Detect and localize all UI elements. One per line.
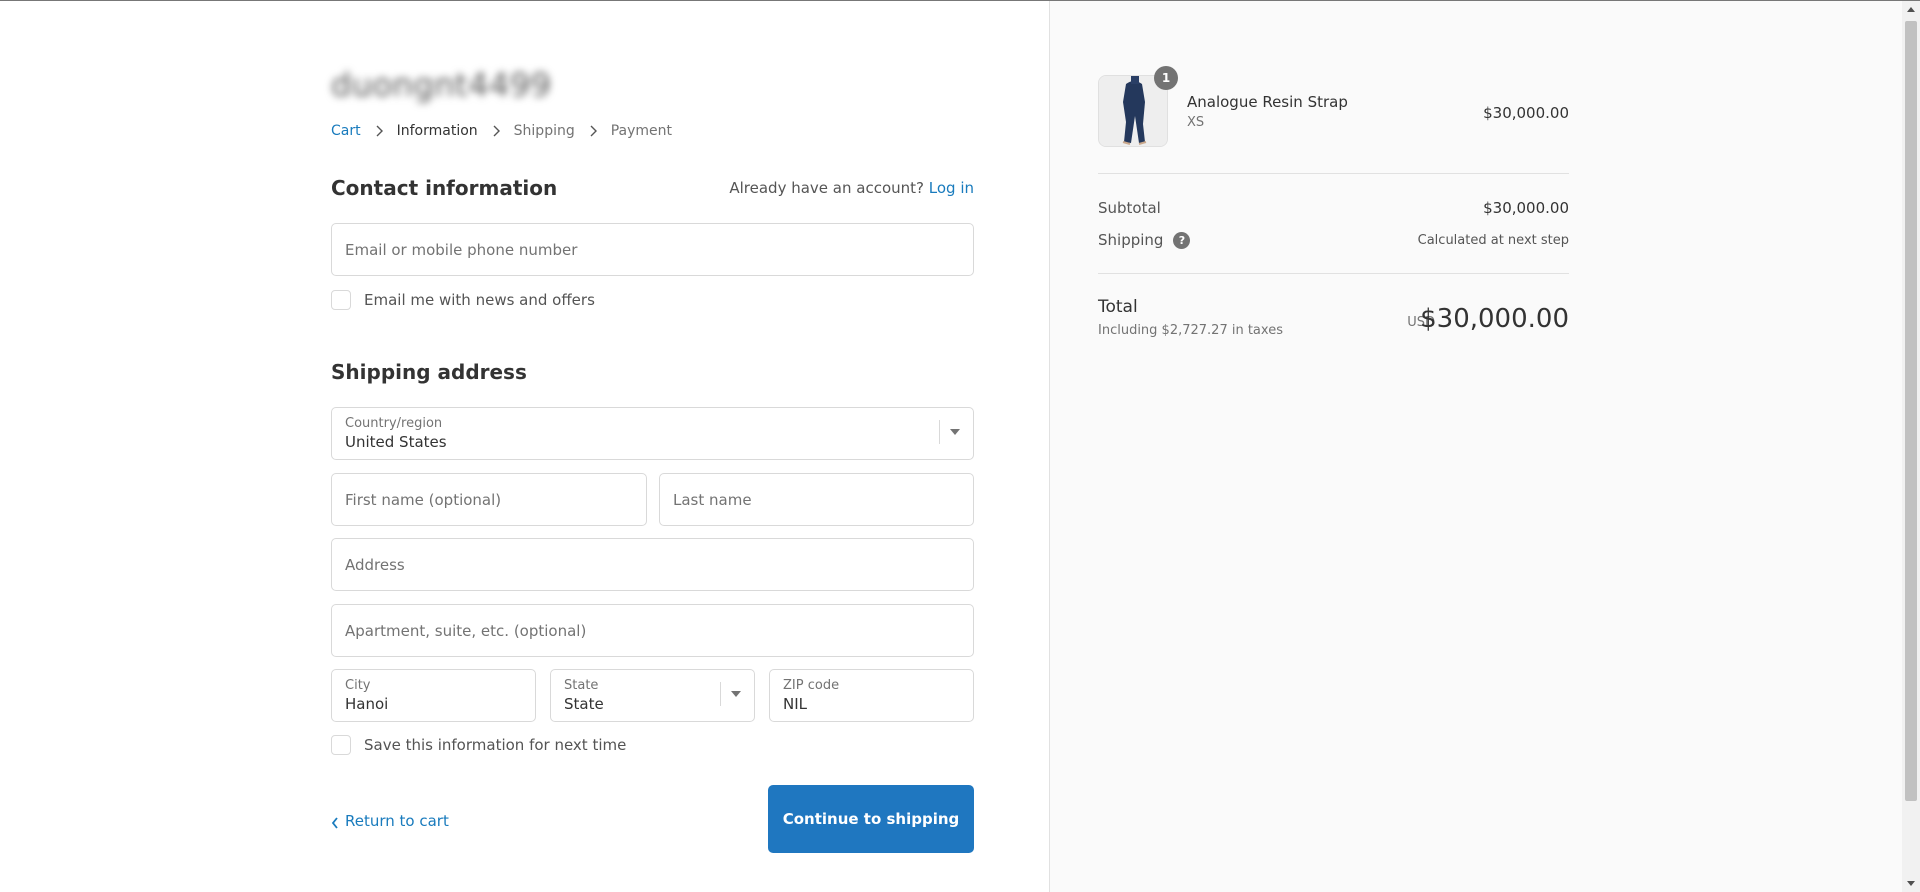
- select-divider: [939, 420, 940, 444]
- zip-label: ZIP code: [783, 678, 840, 693]
- account-prompt-text: Already have an account?: [729, 179, 924, 197]
- chevron-right-icon: [490, 124, 504, 138]
- zip-field[interactable]: ZIP code NIL: [769, 669, 974, 722]
- newsletter-checkbox[interactable]: [331, 290, 351, 310]
- chevron-left-icon: [331, 815, 339, 829]
- address-placeholder: Address: [345, 555, 405, 574]
- caret-down-icon: [731, 691, 741, 697]
- scroll-up-arrow-icon[interactable]: [1907, 7, 1915, 12]
- shop-name[interactable]: duongnt4499: [331, 66, 552, 104]
- total-amount: $30,000.00: [1420, 304, 1569, 334]
- country-label: Country/region: [345, 416, 443, 431]
- last-name-field[interactable]: Last name: [659, 473, 974, 526]
- save-info-option[interactable]: Save this information for next time: [331, 735, 626, 755]
- scrollbar-thumb[interactable]: [1905, 21, 1917, 801]
- city-label: City: [345, 678, 371, 693]
- chevron-right-icon: [373, 124, 387, 138]
- tax-note: Including $2,727.27 in taxes: [1098, 323, 1283, 338]
- country-value: United States: [345, 433, 447, 451]
- divider: [1098, 173, 1569, 174]
- divider: [1098, 273, 1569, 274]
- save-info-label: Save this information for next time: [364, 736, 627, 754]
- first-name-placeholder: First name (optional): [345, 490, 502, 509]
- login-prompt: Already have an account? Log in: [729, 179, 974, 197]
- question-icon[interactable]: ?: [1173, 231, 1191, 249]
- subtotal-value: $30,000.00: [1483, 199, 1569, 217]
- breadcrumb: Cart Information Shipping Payment: [331, 123, 672, 139]
- email-field[interactable]: Email or mobile phone number: [331, 223, 974, 276]
- return-to-cart-label: Return to cart: [345, 812, 449, 830]
- return-to-cart-link[interactable]: Return to cart: [331, 812, 449, 830]
- newsletter-label: Email me with news and offers: [364, 291, 595, 309]
- breadcrumb-information: Information: [396, 123, 478, 139]
- first-name-field[interactable]: First name (optional): [331, 473, 647, 526]
- save-info-checkbox[interactable]: [331, 735, 351, 755]
- quantity-badge: 1: [1154, 66, 1178, 90]
- checkout-main: duongnt4499 Cart Information Shipping Pa…: [0, 1, 1049, 892]
- product-name: Analogue Resin Strap: [1187, 93, 1348, 111]
- product-variant: XS: [1187, 115, 1205, 130]
- subtotal-label: Subtotal: [1098, 199, 1161, 217]
- address-field[interactable]: Address: [331, 538, 974, 591]
- last-name-placeholder: Last name: [673, 490, 752, 509]
- caret-down-icon: [950, 429, 960, 435]
- state-select[interactable]: State State: [550, 669, 755, 722]
- breadcrumb-cart[interactable]: Cart: [331, 123, 361, 139]
- continue-to-shipping-button[interactable]: Continue to shipping: [768, 785, 974, 853]
- shipping-value: Calculated at next step: [1417, 233, 1569, 248]
- breadcrumb-shipping: Shipping: [513, 123, 575, 139]
- chevron-right-icon: [587, 124, 601, 138]
- contact-information-title: Contact information: [331, 176, 558, 200]
- newsletter-option[interactable]: Email me with news and offers: [331, 290, 595, 310]
- state-label: State: [564, 678, 599, 693]
- shipping-address-title: Shipping address: [331, 360, 527, 384]
- email-placeholder: Email or mobile phone number: [345, 240, 578, 259]
- country-select[interactable]: Country/region United States: [331, 407, 974, 460]
- state-value: State: [564, 695, 604, 713]
- shipping-label: Shipping: [1098, 231, 1164, 249]
- shipping-row-label: Shipping ?: [1098, 231, 1191, 249]
- vertical-scrollbar[interactable]: [1902, 1, 1920, 892]
- select-divider: [720, 682, 721, 706]
- apartment-placeholder: Apartment, suite, etc. (optional): [345, 621, 587, 640]
- apartment-field[interactable]: Apartment, suite, etc. (optional): [331, 604, 974, 657]
- zip-value: NIL: [783, 695, 808, 713]
- total-label: Total: [1098, 297, 1138, 317]
- order-summary: 1 Analogue Resin Strap XS $30,000.00 Sub…: [1049, 1, 1902, 892]
- city-value: Hanoi: [345, 695, 389, 713]
- scroll-down-arrow-icon[interactable]: [1907, 881, 1915, 886]
- login-link[interactable]: Log in: [929, 179, 974, 197]
- breadcrumb-payment: Payment: [610, 123, 673, 139]
- city-field[interactable]: City Hanoi: [331, 669, 536, 722]
- product-price: $30,000.00: [1483, 104, 1569, 122]
